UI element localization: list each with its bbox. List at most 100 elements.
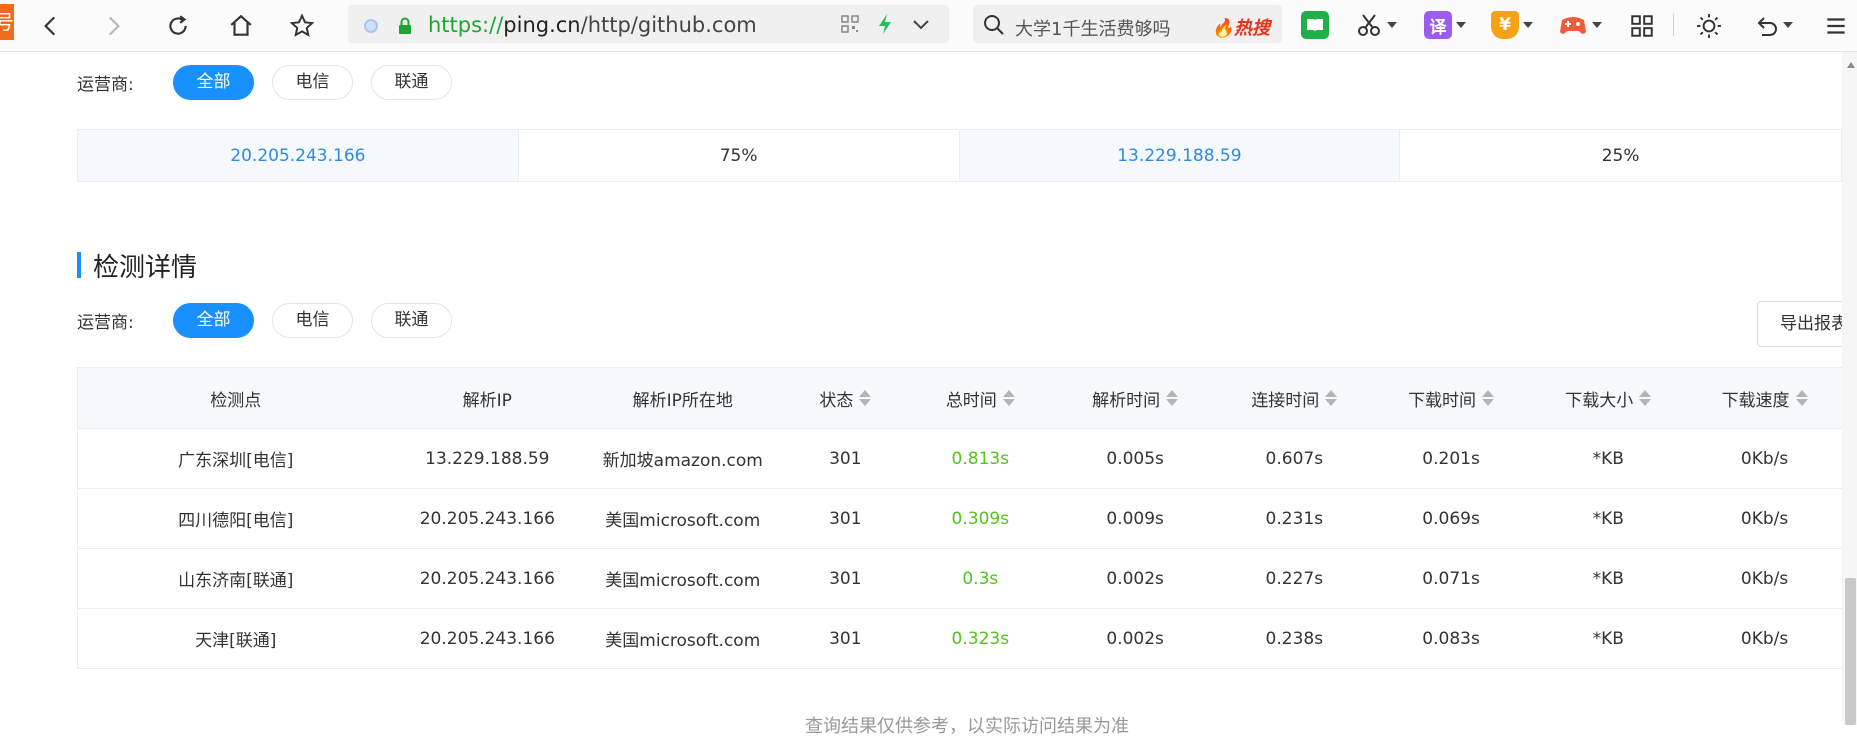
- cell-probe: 四川德阳[电信]: [178, 511, 294, 531]
- hot-search-label[interactable]: 🔥热搜: [1212, 14, 1270, 40]
- cell-download-size: *KB: [1592, 568, 1624, 589]
- screenshot-extension[interactable]: [1357, 10, 1397, 40]
- ip-ratio-percent: 25%: [1601, 145, 1640, 166]
- cell-download-time: 0.069s: [1422, 508, 1480, 529]
- header-connect-time[interactable]: 连接时间: [1216, 386, 1373, 411]
- game-extension[interactable]: [1558, 10, 1602, 40]
- filter-all-button[interactable]: 全部: [173, 65, 254, 100]
- cell-total-time: 0.309s: [951, 508, 1010, 529]
- search-icon[interactable]: [983, 14, 1005, 36]
- ip-ratio-ip[interactable]: 13.229.188.59: [959, 130, 1401, 181]
- filter-all-button[interactable]: 全部: [173, 303, 254, 338]
- header-status[interactable]: 状态: [784, 386, 906, 411]
- bolt-icon[interactable]: [877, 13, 893, 35]
- sort-icon[interactable]: [1795, 390, 1808, 406]
- section-title: 检测详情: [77, 250, 197, 283]
- refresh-button[interactable]: [160, 8, 196, 44]
- header-connect-time-label: 连接时间: [1251, 390, 1320, 411]
- url-text[interactable]: https://ping.cn/http/github.com: [428, 13, 757, 37]
- forward-button[interactable]: [95, 8, 131, 44]
- home-icon: [230, 14, 252, 36]
- cell-download-time: 0.071s: [1422, 568, 1480, 589]
- header-probe: 检测点: [210, 390, 262, 411]
- sort-icon[interactable]: [1639, 390, 1652, 406]
- translate-extension[interactable]: 译: [1424, 10, 1466, 40]
- cell-status: 301: [829, 508, 862, 529]
- header-dns-time[interactable]: 解析时间: [1054, 386, 1216, 411]
- caret-down-icon: [1523, 22, 1533, 28]
- undo-button[interactable]: [1753, 10, 1793, 40]
- cell-connect-time: 0.227s: [1265, 568, 1324, 589]
- side-tab[interactable]: 号: [0, 4, 14, 40]
- operator-filter-detail: 运营商: 全部 电信 联通: [77, 303, 470, 338]
- cell-total-time: 0.323s: [951, 628, 1010, 649]
- sort-icon[interactable]: [1482, 390, 1495, 406]
- cell-status: 301: [829, 568, 862, 589]
- cell-download-speed: 0Kb/s: [1740, 448, 1789, 469]
- url-path: /http/github.com: [580, 13, 757, 37]
- cell-download-size: *KB: [1592, 628, 1624, 649]
- caret-down-icon: [1456, 22, 1466, 28]
- sort-icon[interactable]: [859, 390, 872, 406]
- cell-probe: 广东深圳[电信]: [178, 451, 294, 471]
- scissors-icon: [1358, 14, 1380, 36]
- cell-dns-time: 0.009s: [1106, 508, 1164, 529]
- menu-icon: [1827, 18, 1845, 34]
- qr-icon[interactable]: [841, 15, 859, 33]
- cell-ip-location: 美国microsoft.com: [605, 631, 761, 651]
- sort-icon[interactable]: [1166, 390, 1179, 406]
- header-download-size[interactable]: 下载大小: [1529, 386, 1687, 411]
- reading-extension[interactable]: [1301, 10, 1329, 40]
- header-download-speed[interactable]: 下载速度: [1687, 386, 1842, 411]
- cell-probe: 山东济南[联通]: [178, 571, 294, 591]
- filter-unicom-button[interactable]: 联通: [371, 303, 452, 338]
- cell-resolved-ip: 13.229.188.59: [425, 448, 550, 469]
- brightness-button[interactable]: [1691, 8, 1727, 44]
- toolbar-divider: [1673, 14, 1674, 36]
- search-box[interactable]: 大学1千生活费够吗 🔥热搜: [973, 5, 1282, 43]
- sort-icon[interactable]: [1002, 390, 1015, 406]
- coupon-extension[interactable]: ¥: [1491, 10, 1533, 40]
- home-button[interactable]: [223, 8, 259, 44]
- cell-download-speed: 0Kb/s: [1740, 568, 1789, 589]
- cell-connect-time: 0.607s: [1265, 448, 1324, 469]
- chevron-down-icon[interactable]: [911, 14, 931, 34]
- undo-icon: [1757, 17, 1777, 36]
- filter-telecom-button[interactable]: 电信: [272, 65, 353, 100]
- translate-icon: 译: [1424, 11, 1452, 39]
- hot-search-text: 热搜: [1234, 18, 1270, 39]
- menu-button[interactable]: [1818, 8, 1854, 44]
- forward-icon: [108, 16, 120, 36]
- cell-dns-time: 0.002s: [1106, 628, 1164, 649]
- bookmark-button[interactable]: [284, 8, 320, 44]
- cell-resolved-ip: 20.205.243.166: [419, 628, 555, 649]
- ip-ratio-strip: 20.205.243.166 75% 13.229.188.59 25%: [77, 129, 1842, 182]
- site-info-icon[interactable]: [364, 19, 378, 33]
- caret-down-icon: [1783, 22, 1793, 28]
- cell-download-speed: 0Kb/s: [1740, 508, 1789, 529]
- header-total-time[interactable]: 总时间: [906, 386, 1054, 411]
- cell-download-speed: 0Kb/s: [1740, 628, 1789, 649]
- filter-unicom-button[interactable]: 联通: [371, 65, 452, 100]
- cell-download-size: *KB: [1592, 508, 1624, 529]
- cell-dns-time: 0.005s: [1106, 448, 1164, 469]
- sort-icon[interactable]: [1325, 390, 1338, 406]
- scroll-up-icon[interactable]: [1847, 62, 1855, 68]
- address-bar[interactable]: https://ping.cn/http/github.com: [348, 5, 949, 43]
- apps-button[interactable]: [1624, 8, 1660, 44]
- header-total-time-label: 总时间: [945, 390, 997, 411]
- ip-ratio-ip[interactable]: 20.205.243.166: [78, 130, 519, 181]
- header-download-time-label: 下载时间: [1408, 390, 1477, 411]
- header-download-time[interactable]: 下载时间: [1373, 386, 1530, 411]
- scrollbar-thumb[interactable]: [1845, 578, 1856, 725]
- lock-icon[interactable]: [397, 17, 413, 35]
- grid-icon: [1631, 15, 1653, 37]
- search-suggestion[interactable]: 大学1千生活费够吗: [1015, 15, 1170, 41]
- filter-telecom-button[interactable]: 电信: [272, 303, 353, 338]
- cell-total-time: 0.3s: [962, 568, 999, 589]
- back-button[interactable]: [33, 8, 69, 44]
- operator-filter-top: 运营商: 全部 电信 联通: [77, 65, 470, 100]
- section-title-bar: [77, 252, 81, 278]
- url-scheme: https://: [428, 13, 504, 37]
- cell-resolved-ip: 20.205.243.166: [419, 568, 555, 589]
